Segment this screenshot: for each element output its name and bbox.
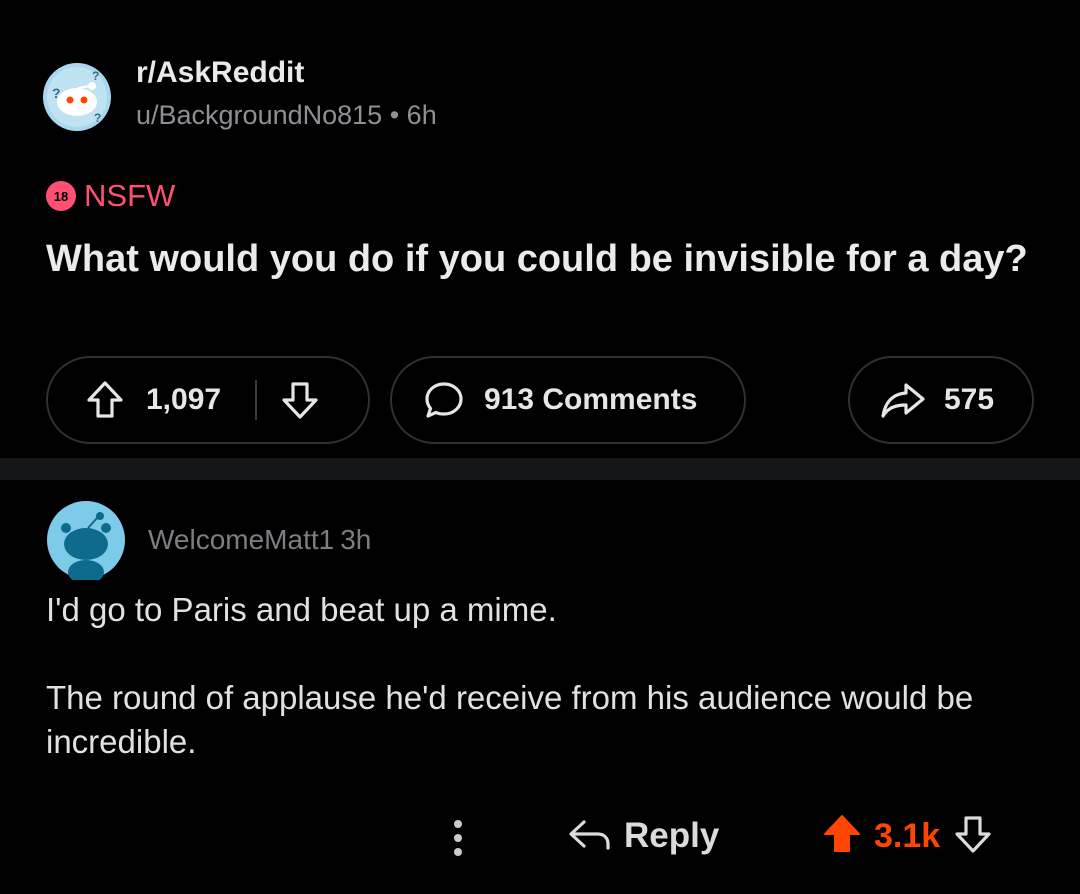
comment-paragraph: I'd go to Paris and beat up a mime. — [46, 591, 557, 628]
upvote-arrow-icon[interactable] — [86, 380, 124, 420]
comment-body: I'd go to Paris and beat up a mime. The … — [46, 588, 1036, 808]
downvote-arrow-icon[interactable] — [954, 813, 992, 860]
comment-score: 3.1k — [874, 816, 941, 855]
nsfw-badge: 18 — [46, 181, 76, 211]
svg-text:?: ? — [94, 111, 101, 125]
askreddit-icon[interactable]: ? ? ? — [42, 62, 112, 132]
comments-button[interactable]: 913 Comments — [390, 356, 746, 444]
subreddit-name[interactable]: r/AskReddit — [136, 56, 304, 90]
section-divider — [0, 458, 1080, 480]
reply-label: Reply — [624, 816, 720, 855]
comment-vote: 3.1k — [822, 812, 992, 860]
post-age: 6h — [406, 100, 437, 130]
upvote-count: 1,097 — [146, 383, 222, 416]
reply-arrow-icon — [566, 814, 612, 859]
more-vertical-icon[interactable] — [446, 816, 470, 860]
comment-meta: WelcomeMatt1 3h — [148, 524, 371, 556]
upvote-arrow-icon[interactable] — [822, 813, 862, 860]
comment-actions: Reply 3.1k — [0, 806, 1080, 866]
share-arrow-icon — [880, 380, 926, 420]
post-title[interactable]: What would you do if you could be invisi… — [46, 236, 1046, 283]
reply-button[interactable]: Reply — [566, 812, 719, 860]
downvote-arrow-icon[interactable] — [281, 380, 319, 420]
comments-label: 913 Comments — [484, 383, 698, 416]
comment-age: 3h — [340, 524, 372, 555]
user-avatar[interactable] — [46, 500, 126, 584]
post-meta: u/BackgroundNo815 • 6h — [136, 100, 437, 131]
comment-author[interactable]: WelcomeMatt1 — [148, 524, 334, 555]
share-button[interactable]: 575 — [848, 356, 1034, 444]
svg-text:?: ? — [52, 85, 61, 101]
vote-divider — [255, 380, 258, 420]
svg-text:?: ? — [92, 69, 99, 83]
meta-separator: • — [389, 100, 400, 130]
nsfw-label: NSFW — [84, 178, 176, 213]
speech-bubble-icon — [424, 380, 464, 420]
comment-paragraph: The round of applause he'd receive from … — [46, 679, 974, 760]
vote-pill: 1,097 — [46, 356, 370, 444]
post-author[interactable]: u/BackgroundNo815 — [136, 100, 382, 130]
share-count: 575 — [944, 383, 995, 416]
post-header: ? ? ? r/AskReddit u/BackgroundNo815 • 6h — [42, 56, 642, 131]
